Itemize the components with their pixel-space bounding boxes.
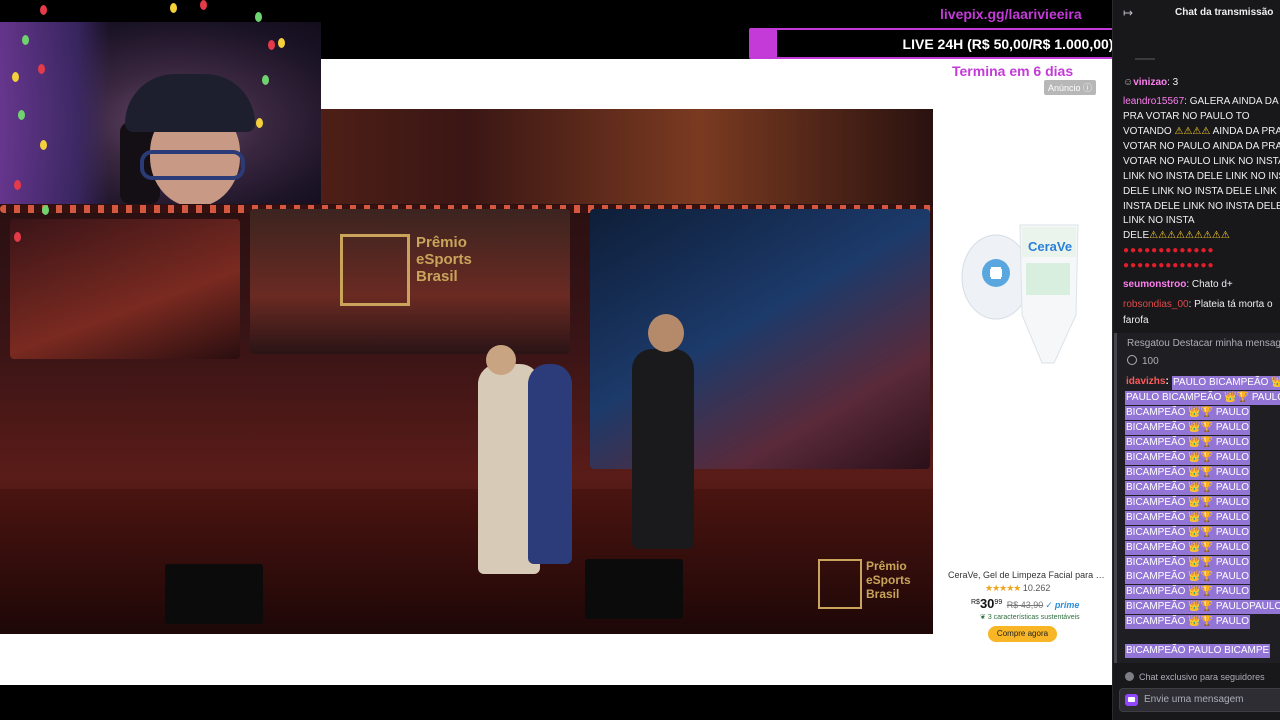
chat-text: farofa (1123, 315, 1149, 326)
livepix-url: livepix.gg/laarivieeira (940, 6, 1082, 22)
brand-emblem-icon (818, 559, 862, 609)
chat-username[interactable]: seumonstroo (1123, 279, 1186, 290)
rating-stars-icon: ★★★★★ (985, 583, 1021, 593)
svg-text:CeraVe: CeraVe (1028, 239, 1072, 254)
chat-input[interactable]: Envie uma mensagem (1119, 688, 1280, 712)
highlight-text: BICAMPEÃO 👑🏆 PAULOPAULO (1125, 600, 1280, 614)
highlight-text: BICAMPEÃO 👑🏆 PAULO (1125, 556, 1251, 570)
ad-badge-label: Anúncio (1048, 83, 1081, 93)
watermark-line-1: Prêmio (866, 559, 907, 573)
highlight-text: BICAMPEÃO 👑🏆 PAULO (1125, 451, 1251, 465)
chat-username[interactable]: idavizhs (1126, 376, 1165, 387)
chat-text: DELE LINK NO INSTA DELE LINK N (1123, 186, 1280, 197)
redeem-cost: 100 (1127, 355, 1159, 367)
sustainability-text: 3 características sustentáveis (987, 614, 1080, 621)
brand-emblem-icon (340, 234, 410, 306)
info-icon: ⓘ (1083, 83, 1093, 93)
ad-badge[interactable]: Anúncio ⓘ (1044, 80, 1097, 95)
redeem-cost-value: 100 (1142, 356, 1159, 367)
highlight-text: BICAMPEÃO 👑🏆 PAULO (1125, 585, 1251, 599)
chat-username[interactable]: robsondias_00 (1123, 299, 1189, 310)
chat-username[interactable]: vinizao (1133, 77, 1167, 88)
warning-emote-icon: ⚠⚠⚠⚠ (1174, 126, 1211, 137)
sustainability-info: ❦ 3 características sustentáveis (980, 613, 1080, 621)
partial-message (1135, 58, 1155, 60)
goal-ends-text: Termina em 6 dias (952, 63, 1074, 79)
chat-text: : 3 (1167, 77, 1179, 88)
chat-text: VOTAR NO PAULO LINK NO INSTA (1123, 156, 1280, 167)
watermark-line-2: eSports (866, 573, 911, 587)
chat-text: : Plateia tá morta o (1188, 299, 1273, 310)
buy-now-button[interactable]: Compre agora (988, 626, 1057, 642)
chat-header: ↦ Chat da transmissão (1113, 0, 1280, 26)
highlight-text: BICAMPEÃO 👑🏆 PAULO (1125, 466, 1251, 480)
price-cents: 99 (994, 599, 1003, 606)
goal-label: LIVE 24H (R$ 50,00/R$ 1.000,00) (902, 36, 1112, 52)
prime-badge: prime (1054, 600, 1080, 610)
watermark-brand-logo: Prêmio eSports Brasil (818, 559, 911, 609)
leaf-icon: ❦ (980, 614, 986, 621)
highlight-text: BICAMPEÃO 👑🏆 PAULO (1125, 541, 1251, 555)
highlight-text: BICAMPEÃO 👑🏆 PAULO (1125, 406, 1251, 420)
collapse-chat-icon[interactable]: ↦ (1123, 6, 1133, 20)
redeem-label: Resgatou Destacar minha mensagem (1127, 338, 1280, 349)
chat-text: INSTA DELE LINK NO INSTA DELE (1123, 201, 1280, 212)
highlight-text: BICAMPEÃO 👑🏆 PAULO (1125, 511, 1251, 525)
brand-line-3: Brasil (416, 268, 458, 285)
warning-emote-icon: ⚠⚠⚠⚠⚠⚠⚠⚠⚠ (1149, 230, 1230, 241)
highlight-text: BICAMPEÃO 👑🏆 PAULO (1125, 526, 1251, 540)
highlight-text: PAULO BICAMPEÃO 👑 (1172, 376, 1280, 390)
followers-only-notice: Chat exclusivo para seguidores (1125, 672, 1265, 682)
chat-text: LINK NO INSTA (1123, 215, 1195, 226)
chat-input-placeholder: Envie uma mensagem (1144, 694, 1244, 705)
brand-line-1: Prêmio (416, 234, 467, 251)
product-price: R$3099 R$ 43,90 ✓ prime (971, 596, 1079, 611)
chat-panel: ↦ Chat da transmissão ☺vinizao: 3 leandr… (1112, 0, 1280, 720)
price-currency: R$ (971, 599, 980, 606)
highlight-text: BICAMPEÃO 👑🏆 PAULO (1125, 421, 1251, 435)
bottom-bar (0, 685, 1112, 720)
stage-brand-logo: Prêmio eSports Brasil (340, 234, 472, 306)
chat-text: : Chato d+ (1186, 279, 1233, 290)
price-old: R$ 43,90 (1006, 600, 1044, 610)
chat-text: VOTANDO (1123, 126, 1172, 137)
donation-goal-bar: LIVE 24H (R$ 50,00/R$ 1.000,00) (749, 28, 1112, 59)
chat-text: VOTAR NO PAULO AINDA DA PRA (1123, 141, 1280, 152)
highlight-text: BICAMPEÃO 👑🏆 PAULO (1125, 496, 1251, 510)
info-icon (1125, 672, 1134, 681)
product-image[interactable]: CeraVe (958, 215, 1093, 370)
highlight-text: BICAMPEÃO 👑🏆 PAULO (1125, 436, 1251, 450)
chat-message: seumonstroo: Chato d+ (1123, 278, 1280, 293)
watermark-line-3: Brasil (866, 587, 900, 601)
highlight-text: BICAMPEÃO 👑🏆 PAULO (1125, 615, 1251, 629)
chat-text: : GALERA AINDA DA (1184, 96, 1279, 107)
product-title[interactable]: CeraVe, Gel de Limpeza Facial para pele.… (948, 570, 1108, 580)
price-main: 30 (979, 596, 995, 611)
highlight-text: BICAMPEÃO PAULO BICAMPE (1125, 644, 1271, 658)
stream-area: livepix.gg/laarivieeira LIVE 24H (R$ 50,… (0, 0, 1112, 720)
highlight-text: PAULO BICAMPEÃO 👑🏆 PAULO (1125, 391, 1280, 405)
chat-text: LINK NO INSTA DELE LINK NO INS (1123, 171, 1280, 182)
check-icon: ✓ (1045, 600, 1053, 610)
chat-text: AINDA DA PRA (1212, 126, 1280, 137)
followers-only-text: Chat exclusivo para seguidores (1139, 672, 1265, 682)
red-circle-emote-icon: ●●●●●●●●●●●●● (1123, 260, 1215, 271)
chat-username[interactable]: leandro15567 (1123, 96, 1184, 107)
highlight-text: BICAMPEÃO 👑🏆 PAULO (1125, 481, 1251, 495)
highlight-text: BICAMPEÃO 👑🏆 PAULO (1125, 570, 1251, 584)
chat-title: Chat da transmissão (1175, 7, 1274, 18)
chat-text: DELE (1123, 230, 1150, 241)
channel-points-icon (1127, 355, 1137, 365)
rating-count: 10.262 (1022, 583, 1051, 593)
chat-message: ☺vinizao: 3 (1123, 76, 1280, 91)
product-rating: ★★★★★ 10.262 (985, 583, 1050, 594)
chat-text: PRA VOTAR NO PAULO TO (1123, 111, 1250, 122)
badge-icon: ☺ (1123, 77, 1134, 88)
brand-line-2: eSports (416, 251, 472, 268)
chat-icon (1125, 694, 1138, 706)
red-circle-emote-icon: ●●●●●●●●●●●●● (1123, 245, 1215, 256)
